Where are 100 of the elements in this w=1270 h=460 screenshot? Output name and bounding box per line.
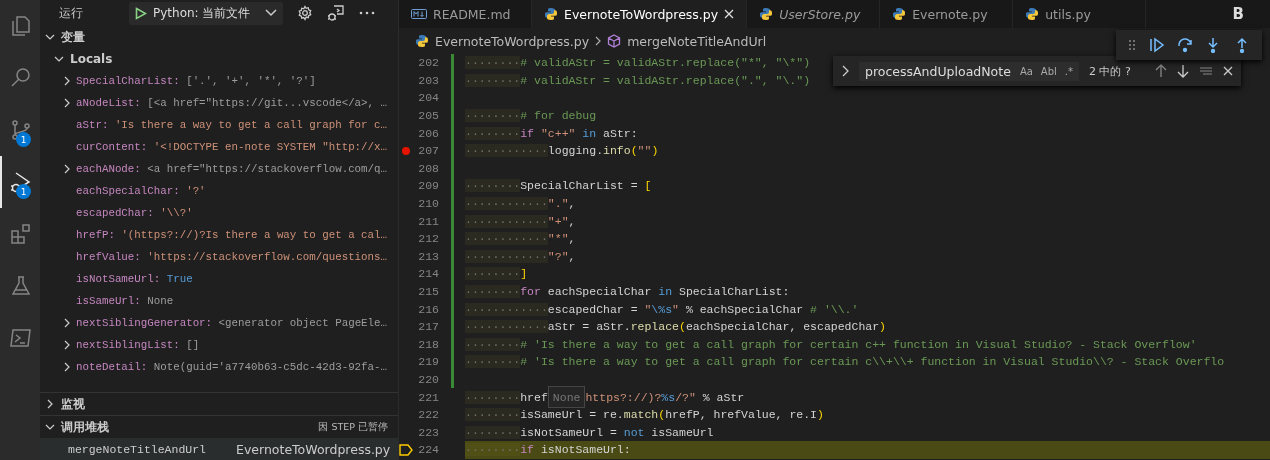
variable-row[interactable]: hrefValue: 'https://stackoverflow.com/questions… [40, 246, 398, 268]
whitespace-marks: ········ [465, 285, 521, 298]
variable-name: SpecialCharList: [76, 75, 180, 87]
editor-tab[interactable]: UserStore.py [747, 0, 881, 28]
variable-row[interactable]: hrefP: '(https?://)?Is there a way to get a cal… [40, 224, 398, 246]
code-string: " [644, 302, 652, 316]
line-number: 203 [417, 73, 439, 87]
whitespace-marks: ········ [465, 337, 521, 351]
variable-row[interactable]: aStr: 'Is there a way to get a call graph for c… [40, 114, 398, 136]
variable-row[interactable]: SpecialCharList: ['.', '+', '*', '?'] [40, 70, 398, 92]
whitespace-marks: ········ [465, 443, 521, 457]
variable-value: True [166, 273, 193, 285]
whitespace-marks: ············ [465, 197, 548, 211]
variable-value: None [147, 295, 174, 307]
variables-section[interactable]: 变量 [40, 26, 398, 48]
variable-row[interactable]: noteDetail: Note(guid='a7740b63-c5dc-42d3-92fa-… [40, 356, 398, 378]
watch-section[interactable]: 监视 [40, 393, 398, 415]
call-stack-section[interactable]: 调用堆栈 因 STEP 已暂停 [40, 416, 398, 438]
variable-value: 'Is there a way to get a call graph for c… [114, 119, 388, 131]
notification-badge: 1 [16, 132, 31, 147]
breadcrumb-file[interactable]: EvernoteToWordpress.py [435, 33, 590, 49]
variable-value: [<a href="https://git...vscode</a>, … [147, 97, 387, 109]
editor-tab[interactable]: EvernoteToWordpress.py [532, 0, 748, 28]
code-bracket: ( [678, 320, 686, 334]
code-text: , [568, 214, 576, 228]
code-string: "c++" [539, 126, 576, 140]
code-function: replace [630, 320, 679, 334]
variable-row[interactable]: isNotSameUrl: True [40, 268, 398, 290]
variable-row[interactable]: eachANode: <a href="https://stackoverflow.com/q… [40, 158, 398, 180]
stack-frame[interactable]: mergeNoteTitleAndUrl EvernoteToWordpress.py [40, 438, 398, 460]
variable-row[interactable]: eachSpecialChar: '?' [40, 180, 398, 202]
editor-tab[interactable]: Evernote.py [880, 0, 1014, 28]
whitespace-marks: ········ [465, 56, 521, 70]
code-text: isNotSameUrl = [520, 425, 618, 439]
code-text: eachSpecialChar [546, 285, 653, 298]
line-number: 222 [417, 408, 439, 422]
sidebar-title: 运行 [59, 5, 83, 21]
find-input[interactable]: processAndUploadNote Aa Abl .* [859, 61, 1079, 81]
code-text: isSameUrl = re. [520, 408, 624, 422]
breadcrumb-symbol[interactable]: mergeNoteTitleAndUrl [627, 33, 767, 49]
line-number: 209 [417, 179, 439, 193]
bold-action[interactable]: B [1222, 5, 1270, 23]
find-option-toggle[interactable]: Abl [1040, 65, 1057, 77]
variable-name: eachANode: [76, 163, 141, 175]
line-number: 216 [417, 302, 439, 316]
code-string: "+" [547, 214, 569, 228]
variable-name: isSameUrl: [76, 295, 141, 307]
code-bracket: ] [520, 267, 528, 281]
variable-row[interactable]: curContent: '<!DOCTYPE en-note SYSTEM "http://x… [40, 136, 398, 158]
code-keyword: in [658, 285, 673, 298]
variable-row[interactable]: nextSiblingList: [] [40, 334, 398, 356]
code-text: eachSpecialChar, escapedChar [685, 320, 880, 334]
whitespace-marks: ········ [465, 425, 521, 439]
whitespace-marks: ············ [465, 214, 548, 228]
line-number: 223 [417, 425, 439, 439]
find-option-toggle[interactable]: Aa [1019, 65, 1033, 77]
code-escape: %s [661, 390, 676, 404]
code-keyword: in [581, 126, 597, 140]
variable-row[interactable]: aNodeList: [<a href="https://git...vscode</a>, … [40, 92, 398, 114]
code-keyword: for [520, 285, 541, 298]
notification-badge: 1 [16, 184, 31, 199]
variable-name: aNodeList: [76, 97, 141, 109]
variable-name: hrefValue: [76, 251, 141, 263]
editor-tab[interactable]: utils.py [1013, 0, 1147, 28]
code-string: "*" [547, 232, 569, 246]
code-comment: # validAStr = validAStr.replace("*", "\*") [520, 56, 811, 70]
code-text: SpecialCharList: [677, 285, 790, 298]
line-number: 211 [417, 214, 439, 228]
variable-name: nextSiblingList: [76, 339, 180, 351]
variable-name: aStr: [76, 119, 109, 131]
launch-config-dropdown[interactable]: Python: 当前文件 [129, 1, 283, 25]
code-bracket: ) [879, 320, 886, 334]
code-text: , [568, 197, 576, 211]
whitespace-marks: ············ [465, 232, 548, 246]
variable-value: '\\?' [160, 207, 193, 219]
whitespace-marks: ············ [465, 302, 548, 316]
code-bracket: ( [630, 144, 638, 158]
code-comment: # validAStr = validAStr.replace(".", "\.") [520, 73, 811, 87]
whitespace-marks: ········ [465, 390, 521, 404]
variable-row[interactable]: nextSiblingGenerator: <generator object PageEle… [40, 312, 398, 334]
variable-value: <a href="https://stackoverflow.com/q… [147, 163, 387, 175]
variable-row[interactable]: escapedChar: '\\?' [40, 202, 398, 224]
line-number: 202 [417, 56, 439, 70]
variable-value: '<!DOCTYPE en-note SYSTEM "http://x… [153, 141, 388, 153]
code-bracket: ( [658, 408, 666, 422]
line-number: 208 [417, 161, 439, 175]
match-count: 2 中的 ? [1089, 63, 1132, 79]
code-string: https?://)? [585, 390, 662, 404]
code-keyword: if [520, 443, 535, 457]
code-keyword: not [623, 425, 645, 439]
variable-value: ['.', '+', '*', '?'] [186, 75, 316, 87]
whitespace-marks: ········ [465, 73, 521, 87]
variable-row[interactable]: isSameUrl: None [40, 290, 398, 312]
find-option-toggle[interactable]: .* [1064, 65, 1073, 77]
code-text: isSameUrl [650, 425, 714, 439]
line-number: 220 [417, 373, 439, 386]
line-number: 219 [417, 355, 439, 369]
scope-row[interactable]: Locals [40, 48, 398, 70]
code-keyword: if [520, 126, 535, 140]
code-string: "?" [547, 249, 569, 263]
